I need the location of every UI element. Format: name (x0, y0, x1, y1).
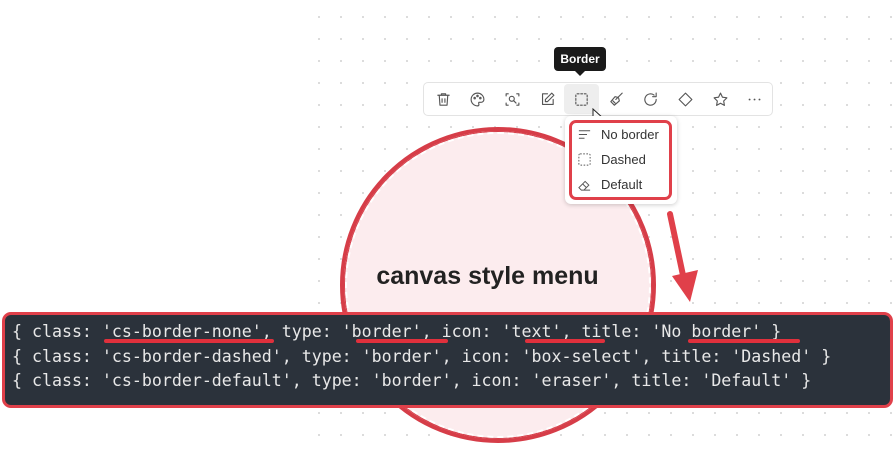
underline (688, 339, 800, 343)
underline (525, 339, 605, 343)
underline (356, 339, 448, 343)
underline (104, 339, 274, 343)
code-block: { class: 'cs-border-none', type: 'border… (2, 312, 893, 408)
code-line: { class: 'cs-border-dashed', type: 'bord… (12, 346, 832, 366)
code-line: { class: 'cs-border-default', type: 'bor… (12, 371, 812, 390)
